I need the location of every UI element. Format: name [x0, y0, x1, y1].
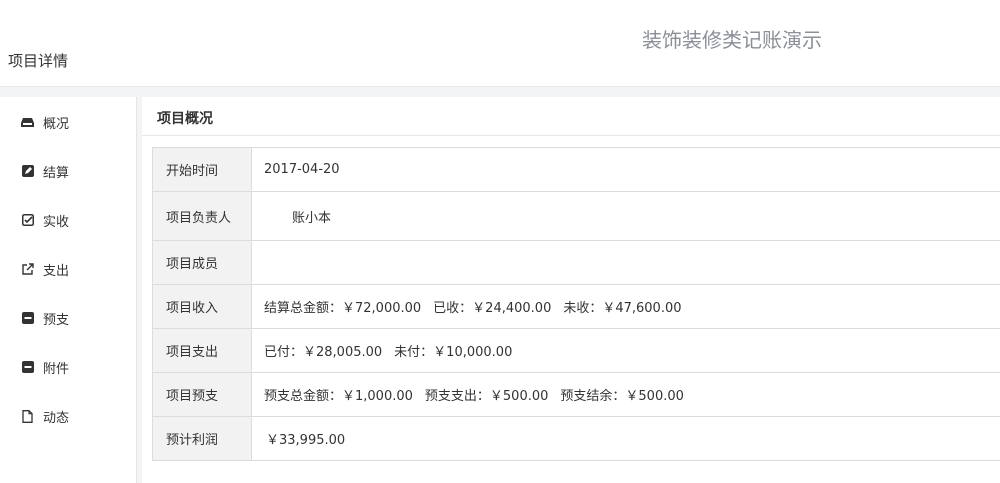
row-label: 项目支出 — [153, 329, 252, 372]
row-label: 开始时间 — [153, 148, 252, 191]
minus-square-icon — [21, 361, 34, 374]
inbox-icon — [21, 116, 34, 129]
row-label: 项目收入 — [153, 285, 252, 328]
minus-square-icon — [21, 312, 34, 325]
sidebar-item-overview[interactable]: 概况 — [0, 102, 136, 142]
sidebar-item-attachments[interactable]: 附件 — [0, 347, 136, 387]
income-total: 结算总金额：￥72,000.00 — [264, 301, 422, 316]
edit-icon — [21, 165, 34, 178]
file-icon — [21, 409, 34, 423]
income-value: 结算总金额：￥72,000.00 已收：￥24,400.00 未收：￥47,60… — [252, 285, 1000, 328]
expense-value: 已付：￥28,005.00 未付：￥10,000.00 — [252, 329, 1000, 372]
sidebar-item-expense[interactable]: 支出 — [0, 249, 136, 289]
table-row-start-time: 开始时间 2017-04-20 — [153, 148, 1000, 192]
table-row-manager: 项目负责人 账小本 — [153, 192, 1000, 241]
row-label: 项目预支 — [153, 373, 252, 416]
advance-spent: 预支支出：￥500.00 — [424, 389, 549, 404]
sidebar-item-label: 实收 — [43, 214, 70, 230]
sidebar-item-settlement[interactable]: 结算 — [0, 151, 136, 191]
table-row-income: 项目收入 结算总金额：￥72,000.00 已收：￥24,400.00 未收：￥… — [153, 285, 1000, 329]
app-title: 装饰装修类记账演示 — [642, 28, 822, 52]
row-label: 项目负责人 — [153, 192, 252, 240]
profit-value: ￥33,995.00 — [266, 433, 346, 448]
panel-title-divider — [142, 135, 1000, 136]
advance-balance: 预支结余：￥500.00 — [560, 389, 684, 404]
sidebar-item-advance[interactable]: 预支 — [0, 298, 136, 338]
sidebar-item-activity[interactable]: 动态 — [0, 396, 136, 436]
external-link-icon — [21, 263, 34, 276]
sidebar-item-label: 附件 — [43, 361, 70, 377]
start-time-value: 2017-04-20 — [264, 162, 340, 177]
expense-paid: 已付：￥28,005.00 — [264, 345, 383, 360]
sidebar-item-label: 结算 — [43, 165, 70, 181]
sidebar-item-label: 动态 — [43, 410, 70, 426]
header: 项目详情 装饰装修类记账演示 — [0, 0, 1000, 87]
sidebar-item-received[interactable]: 实收 — [0, 200, 136, 240]
sidebar-item-label: 支出 — [43, 263, 70, 279]
advance-value: 预支总金额：￥1,000.00 预支支出：￥500.00 预支结余：￥500.0… — [252, 373, 1000, 416]
manager-value: 账小本 — [292, 210, 332, 226]
table-row-members: 项目成员 — [153, 241, 1000, 285]
members-value — [252, 241, 1000, 284]
row-label: 项目成员 — [153, 241, 252, 284]
table-row-profit: 预计利润 ￥33,995.00 — [153, 417, 1000, 460]
project-overview-panel: 项目概况 开始时间 2017-04-20 项目负责人 账小本 项目成员 项目收入… — [142, 97, 1000, 483]
table-row-expense: 项目支出 已付：￥28,005.00 未付：￥10,000.00 — [153, 329, 1000, 373]
income-received: 已收：￥24,400.00 — [433, 301, 552, 316]
sidebar: 概况 结算 实收 支出 预支 附件 动态 — [0, 97, 137, 483]
advance-total: 预支总金额：￥1,000.00 — [264, 389, 413, 404]
expense-unpaid: 未付：￥10,000.00 — [394, 345, 513, 360]
header-gap — [0, 87, 1000, 97]
check-square-icon — [21, 214, 34, 227]
page-title: 项目详情 — [8, 52, 69, 70]
row-label: 预计利润 — [153, 417, 252, 460]
sidebar-item-label: 预支 — [43, 312, 70, 328]
sidebar-item-label: 概况 — [43, 116, 70, 132]
panel-title: 项目概况 — [157, 111, 213, 127]
table-row-advance: 项目预支 预支总金额：￥1,000.00 预支支出：￥500.00 预支结余：￥… — [153, 373, 1000, 417]
overview-table: 开始时间 2017-04-20 项目负责人 账小本 项目成员 项目收入 结算总金… — [152, 147, 1000, 461]
income-unreceived: 未收：￥47,600.00 — [563, 301, 682, 316]
